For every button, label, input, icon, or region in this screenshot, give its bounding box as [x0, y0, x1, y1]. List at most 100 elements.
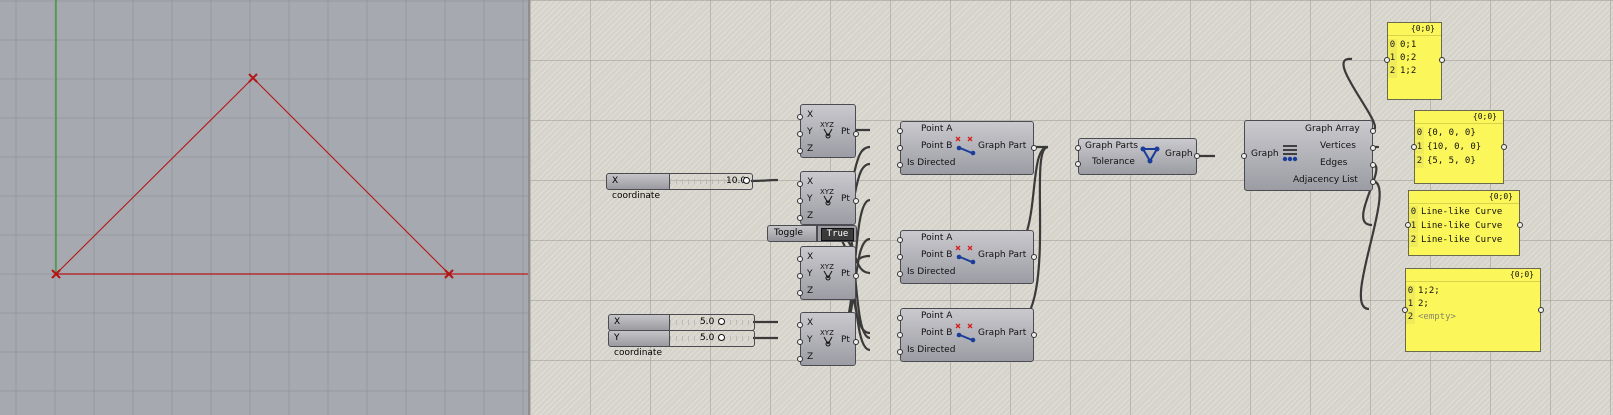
x-coordinate-slider[interactable]: X coordinate 10.0: [606, 173, 753, 201]
input-grip[interactable]: [797, 290, 803, 296]
graph-builder-component[interactable]: Graph Parts Tolerance Graph: [1075, 138, 1200, 175]
slider-name: X coordinate: [606, 173, 670, 201]
toggle-button[interactable]: True: [817, 225, 857, 242]
input-grip[interactable]: [897, 145, 903, 151]
input-grip[interactable]: [797, 273, 803, 279]
construct-point-component[interactable]: X Y Z XYZ Pt: [797, 104, 859, 158]
input-grip[interactable]: [797, 181, 803, 187]
output-label-graph: Graph: [1165, 149, 1193, 159]
adjacency-list-panel[interactable]: {0;0} 0 1;2; 1 2; 2 <empty>: [1402, 268, 1544, 352]
panel-row: 0 Line-like Curve: [1409, 206, 1503, 219]
slider-value: 5.0: [700, 333, 715, 343]
input-grip[interactable]: [797, 322, 803, 328]
input-grip[interactable]: [897, 254, 903, 260]
input-grip[interactable]: [1075, 145, 1081, 151]
xyz-point-icon: XYZ: [820, 121, 834, 139]
input-label-x: X: [807, 110, 814, 120]
slider-knob[interactable]: [743, 177, 750, 184]
panel-row: 1 2;: [1406, 298, 1429, 311]
input-grip[interactable]: [797, 356, 803, 362]
input-grip[interactable]: [897, 349, 903, 355]
graph-edge-icon: [955, 323, 976, 343]
input-label-tolerance: Tolerance: [1092, 157, 1135, 167]
input-grip[interactable]: [797, 256, 803, 262]
svg-text:XYZ: XYZ: [820, 121, 834, 129]
output-grip[interactable]: [1370, 128, 1376, 134]
input-grip[interactable]: [897, 162, 903, 168]
output-grip[interactable]: [1031, 254, 1037, 260]
input-grip[interactable]: [797, 131, 803, 137]
input-grip[interactable]: [1384, 57, 1390, 63]
input-label-point-a: Point A: [921, 311, 953, 321]
input-grip[interactable]: [797, 215, 803, 221]
slider-knob[interactable]: [718, 318, 725, 325]
input-label-y: Y: [807, 269, 813, 279]
output-label-pt: Pt: [841, 269, 850, 279]
output-grip[interactable]: [1031, 145, 1037, 151]
output-grip[interactable]: [853, 198, 859, 204]
slider-knob[interactable]: [718, 334, 725, 341]
input-grip[interactable]: [797, 114, 803, 120]
grasshopper-canvas[interactable]: X coordinate 10.0 X coordinate 5.0 Y coo…: [530, 0, 1613, 415]
rhino-viewport[interactable]: [0, 0, 528, 415]
output-grip[interactable]: [1439, 57, 1445, 63]
output-grip[interactable]: [1194, 153, 1200, 159]
output-label-edges: Edges: [1320, 158, 1348, 168]
edges-panel[interactable]: {0;0} 0 Line-like Curve 1 Line-like Curve …: [1405, 190, 1523, 256]
graph-part-component[interactable]: Point A Point B Is Directed Graph Part: [897, 230, 1037, 284]
svg-text:XYZ: XYZ: [820, 188, 834, 196]
input-grip[interactable]: [1241, 153, 1247, 159]
input-grip[interactable]: [797, 198, 803, 204]
construct-point-component[interactable]: X Y Z XYZ Pt: [797, 312, 859, 366]
input-label-x: X: [807, 177, 814, 187]
input-grip[interactable]: [897, 315, 903, 321]
output-grip[interactable]: [853, 131, 859, 137]
input-grip[interactable]: [1405, 222, 1411, 228]
viewport-graphics: [0, 0, 528, 415]
input-label-x: X: [807, 252, 814, 262]
panel-path: {0;0}: [1415, 111, 1503, 124]
output-grip[interactable]: [1501, 144, 1507, 150]
svg-text:XYZ: XYZ: [820, 329, 834, 337]
output-grip[interactable]: [1370, 179, 1376, 185]
slider-name: Y coordinate: [608, 330, 670, 358]
input-grip[interactable]: [897, 332, 903, 338]
input-grip[interactable]: [897, 128, 903, 134]
input-label-point-a: Point A: [921, 124, 953, 134]
output-label-adjacency-list: Adjacency List: [1293, 175, 1358, 185]
x-coordinate-slider[interactable]: X coordinate 5.0: [608, 314, 755, 342]
boolean-toggle[interactable]: Toggle True: [767, 225, 857, 242]
output-grip[interactable]: [853, 339, 859, 345]
toggle-value: True: [821, 228, 854, 241]
panel-row: 2 1;2: [1388, 65, 1417, 78]
input-grip[interactable]: [1411, 144, 1417, 150]
output-grip[interactable]: [1031, 332, 1037, 338]
output-grip[interactable]: [1517, 222, 1523, 228]
input-grip[interactable]: [1402, 307, 1408, 313]
input-label-point-a: Point A: [921, 233, 953, 243]
graph-part-component[interactable]: Point A Point B Is Directed Graph Part: [897, 121, 1037, 175]
construct-point-component[interactable]: X Y Z XYZ Pt: [797, 171, 859, 225]
input-label-y: Y: [807, 127, 813, 137]
deconstruct-graph-component[interactable]: Graph Graph Array Vertices Edges Adjacen…: [1241, 120, 1376, 191]
vertices-panel[interactable]: {0;0} 0 {0, 0, 0} 1 {10, 0, 0} 2 {5, 5, 0}: [1411, 110, 1507, 184]
output-grip[interactable]: [1370, 145, 1376, 151]
input-grip[interactable]: [797, 148, 803, 154]
output-grip[interactable]: [853, 273, 859, 279]
construct-point-component[interactable]: X Y Z XYZ Pt: [797, 246, 859, 300]
graph-array-panel[interactable]: {0;0} 0 0;1 1 0;2 2 1;2: [1384, 22, 1445, 100]
output-grip[interactable]: [1538, 307, 1544, 313]
input-grip[interactable]: [797, 339, 803, 345]
input-grip[interactable]: [897, 271, 903, 277]
output-label-pt: Pt: [841, 194, 850, 204]
input-label-is-directed: Is Directed: [907, 158, 956, 168]
wire: [750, 178, 779, 183]
input-grip[interactable]: [1075, 161, 1081, 167]
slider-name: X coordinate: [608, 314, 670, 342]
y-coordinate-slider[interactable]: Y coordinate 5.0: [608, 330, 755, 358]
output-grip[interactable]: [1370, 162, 1376, 168]
panel-row: 0 {0, 0, 0}: [1415, 127, 1476, 140]
graph-part-component[interactable]: Point A Point B Is Directed Graph Part: [897, 308, 1037, 362]
input-grip[interactable]: [897, 237, 903, 243]
panel-row: 0 1;2;: [1406, 285, 1440, 298]
